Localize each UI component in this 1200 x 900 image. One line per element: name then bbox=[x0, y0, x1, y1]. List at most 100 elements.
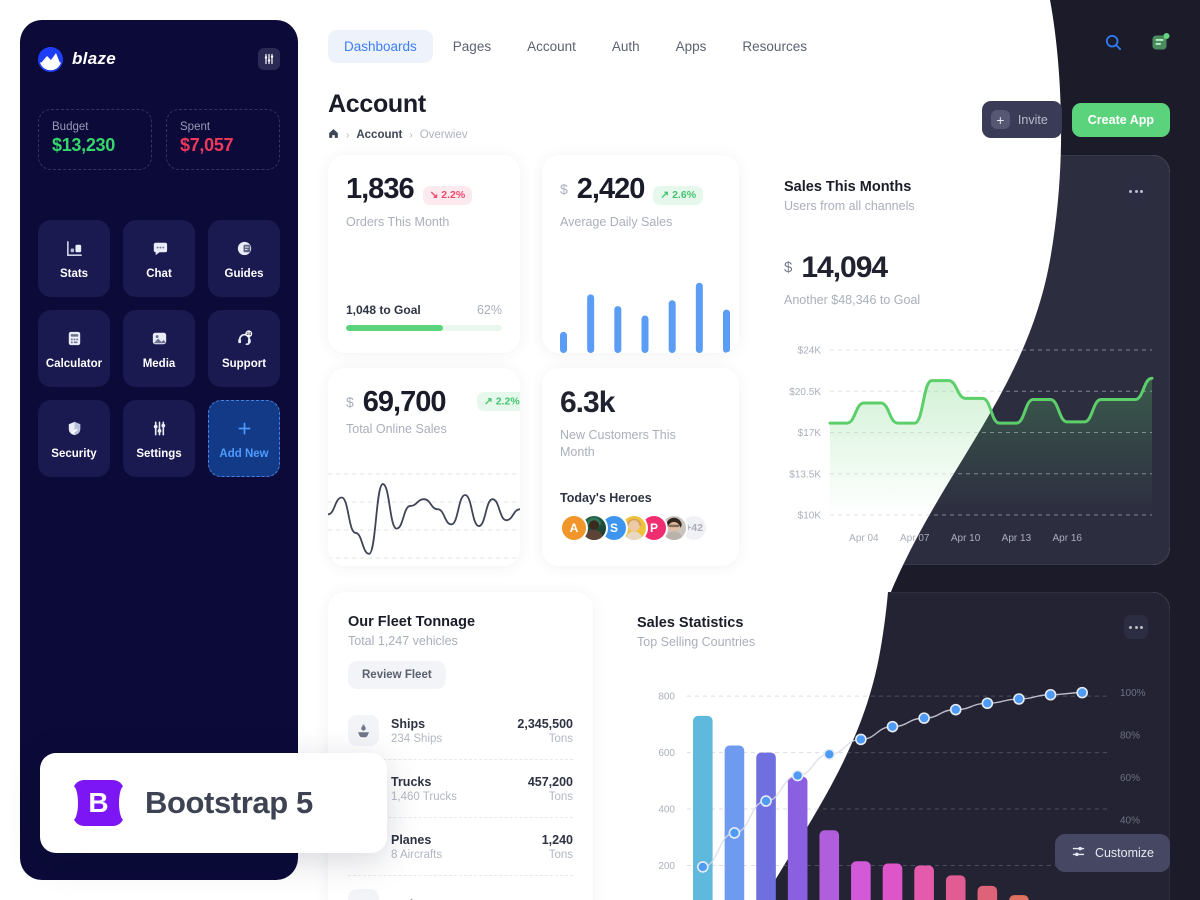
new-customers-value: 6.3k bbox=[560, 386, 615, 419]
fleet-title: Our Fleet Tonnage bbox=[348, 614, 476, 630]
fleet-row-unit: Tons bbox=[548, 732, 573, 745]
page-title: Account bbox=[328, 90, 426, 118]
avg-daily-label: Average Daily Sales bbox=[560, 214, 673, 229]
sidebar-item-settings[interactable]: Settings bbox=[123, 400, 195, 477]
tab-dashboards[interactable]: Dashboards bbox=[328, 30, 433, 63]
svg-text:$20.5K: $20.5K bbox=[789, 387, 821, 398]
card-orders-this-month[interactable]: 1,836 ↘ 2.2% Orders This Month 1,048 to … bbox=[328, 155, 520, 353]
breadcrumb-item-overview: Overwiev bbox=[419, 129, 468, 141]
svg-text:Apr 10: Apr 10 bbox=[951, 533, 981, 544]
svg-text:$17K: $17K bbox=[798, 428, 822, 439]
ellipsis-icon[interactable] bbox=[1124, 615, 1148, 639]
headset-24-icon: 24 bbox=[235, 328, 254, 350]
breadcrumb-item-account[interactable]: Account bbox=[356, 129, 402, 141]
sliders-icon bbox=[1071, 844, 1086, 862]
fleet-row-unit: Tons bbox=[548, 848, 573, 861]
avg-daily-delta-badge: ↗ 2.6% bbox=[653, 185, 704, 205]
fleet-row-value: 2,345,500 bbox=[517, 716, 573, 731]
blaze-logo-icon bbox=[38, 46, 63, 72]
bootstrap-badge-text: Bootstrap 5 bbox=[145, 785, 313, 820]
card-total-online-sales[interactable]: $ 69,700 ↗ 2.2% Total Online Sales bbox=[328, 368, 520, 566]
sidebar: blaze Budget $13,230 Spent $7,057 Stats bbox=[20, 20, 298, 880]
card-average-daily-sales[interactable]: $ 2,420 ↗ 2.6% Average Daily Sales bbox=[542, 155, 739, 353]
orders-delta-value: 2.2% bbox=[441, 189, 466, 201]
fleet-row-meta: 1,460 Trucks bbox=[391, 790, 457, 803]
bootstrap-badge: B Bootstrap 5 bbox=[40, 753, 387, 853]
home-icon[interactable] bbox=[328, 128, 339, 142]
sales-month-value-row: $ 14,094 bbox=[784, 253, 1148, 283]
invite-button[interactable]: + Invite bbox=[981, 101, 1062, 138]
image-icon bbox=[150, 328, 169, 350]
card-fleet-tonnage[interactable]: Our Fleet Tonnage Total 1,247 vehicles R… bbox=[328, 592, 593, 900]
shield-icon bbox=[65, 418, 84, 440]
orders-value: 1,836 bbox=[346, 173, 415, 205]
table-row[interactable]: Ships 234 Ships 2,345,500 Tons bbox=[348, 702, 573, 759]
customize-label: Customize bbox=[1094, 846, 1154, 860]
tab-apps[interactable]: Apps bbox=[660, 30, 723, 63]
train-icon bbox=[348, 889, 379, 900]
orders-delta-badge: ↘ 2.2% bbox=[422, 185, 473, 205]
fleet-row-meta: 8 Aircrafts bbox=[391, 848, 443, 861]
svg-text:Apr 07: Apr 07 bbox=[900, 533, 930, 544]
avatar[interactable]: A bbox=[560, 514, 588, 542]
tab-resources[interactable]: Resources bbox=[726, 30, 823, 63]
sidebar-item-media[interactable]: Media bbox=[123, 310, 195, 387]
breadcrumb-separator: › bbox=[346, 129, 350, 141]
spent-label: Spent bbox=[180, 121, 211, 133]
tab-account[interactable]: Account bbox=[511, 30, 592, 63]
tab-pages[interactable]: Pages bbox=[437, 30, 507, 63]
top-icon-group bbox=[1104, 32, 1170, 57]
tab-auth[interactable]: Auth bbox=[596, 30, 656, 63]
create-app-button[interactable]: Create App bbox=[1071, 102, 1170, 137]
breadcrumb-separator: › bbox=[409, 129, 413, 141]
header-actions: + Invite Create App bbox=[981, 101, 1170, 138]
sales-month-goal-note: Another $48,346 to Goal bbox=[784, 293, 921, 307]
sliders-icon bbox=[150, 418, 169, 440]
svg-text:$10K: $10K bbox=[798, 511, 822, 522]
sales-this-months-area-chart: $10K $13.5K $17K $20.5K $24K Apr 04 Apr 07 Apr … bbox=[789, 346, 1154, 544]
brand[interactable]: blaze bbox=[38, 46, 116, 72]
search-icon[interactable] bbox=[1104, 33, 1123, 57]
fleet-row-name: Planes bbox=[391, 832, 432, 847]
fleet-row-value: 457,200 bbox=[527, 774, 573, 789]
breadcrumb: › Account › Overwiev bbox=[328, 128, 468, 142]
sidebar-item-guides[interactable]: Guides bbox=[208, 220, 280, 297]
plus-icon: + bbox=[990, 110, 1010, 129]
sales-month-value: 14,094 bbox=[801, 251, 888, 284]
card-sales-this-months[interactable]: Sales This Months Users from all channel… bbox=[762, 155, 1170, 565]
sidebar-item-chat[interactable]: Chat bbox=[123, 220, 195, 297]
sidebar-settings-icon[interactable] bbox=[258, 48, 280, 70]
review-fleet-button[interactable]: Review Fleet bbox=[348, 661, 446, 689]
sidebar-item-label: Media bbox=[142, 357, 176, 370]
sidebar-item-label: Security bbox=[51, 447, 97, 460]
online-sales-delta-badge: ↗ 2.2% bbox=[477, 391, 520, 411]
card-new-customers[interactable]: 6.3k New Customers This Month Today's He… bbox=[542, 368, 739, 566]
customize-button[interactable]: Customize bbox=[1054, 834, 1170, 872]
table-row[interactable]: Trains 804,300 bbox=[348, 876, 573, 900]
sidebar-item-label: Support bbox=[221, 357, 267, 370]
bootstrap-logo-icon: B bbox=[68, 780, 129, 826]
sales-stats-subtitle: Top Selling Countries bbox=[637, 635, 756, 649]
sales-month-currency: $ bbox=[784, 259, 793, 276]
spent-box[interactable]: Spent $7,057 bbox=[166, 109, 280, 170]
orders-goal-label: 1,048 to Goal bbox=[346, 303, 421, 317]
sidebar-item-label: Settings bbox=[136, 447, 182, 460]
chat-bubble-icon bbox=[150, 238, 169, 260]
fleet-row-meta: 234 Ships bbox=[391, 732, 443, 745]
sidebar-tiles: Stats Chat Guides Calculator Media 24 Su… bbox=[38, 220, 280, 477]
ellipsis-icon[interactable] bbox=[1124, 179, 1148, 203]
sidebar-item-stats[interactable]: Stats bbox=[38, 220, 110, 297]
notes-badge-icon[interactable] bbox=[1150, 32, 1170, 57]
sidebar-item-support[interactable]: 24 Support bbox=[208, 310, 280, 387]
budget-summary: Budget $13,230 Spent $7,057 bbox=[38, 109, 280, 170]
budget-box[interactable]: Budget $13,230 bbox=[38, 109, 152, 170]
sidebar-item-label: Calculator bbox=[45, 357, 103, 370]
orders-label: Orders This Month bbox=[346, 214, 450, 229]
bar-chart-icon bbox=[65, 238, 84, 260]
sidebar-item-security[interactable]: Security bbox=[38, 400, 110, 477]
svg-text:Apr 13: Apr 13 bbox=[1002, 533, 1032, 544]
avg-daily-stat-top: $ 2,420 ↗ 2.6% bbox=[560, 175, 721, 205]
sidebar-item-add-new[interactable]: Add New bbox=[208, 400, 280, 477]
sidebar-item-calculator[interactable]: Calculator bbox=[38, 310, 110, 387]
sidebar-brand-row: blaze bbox=[38, 42, 280, 76]
